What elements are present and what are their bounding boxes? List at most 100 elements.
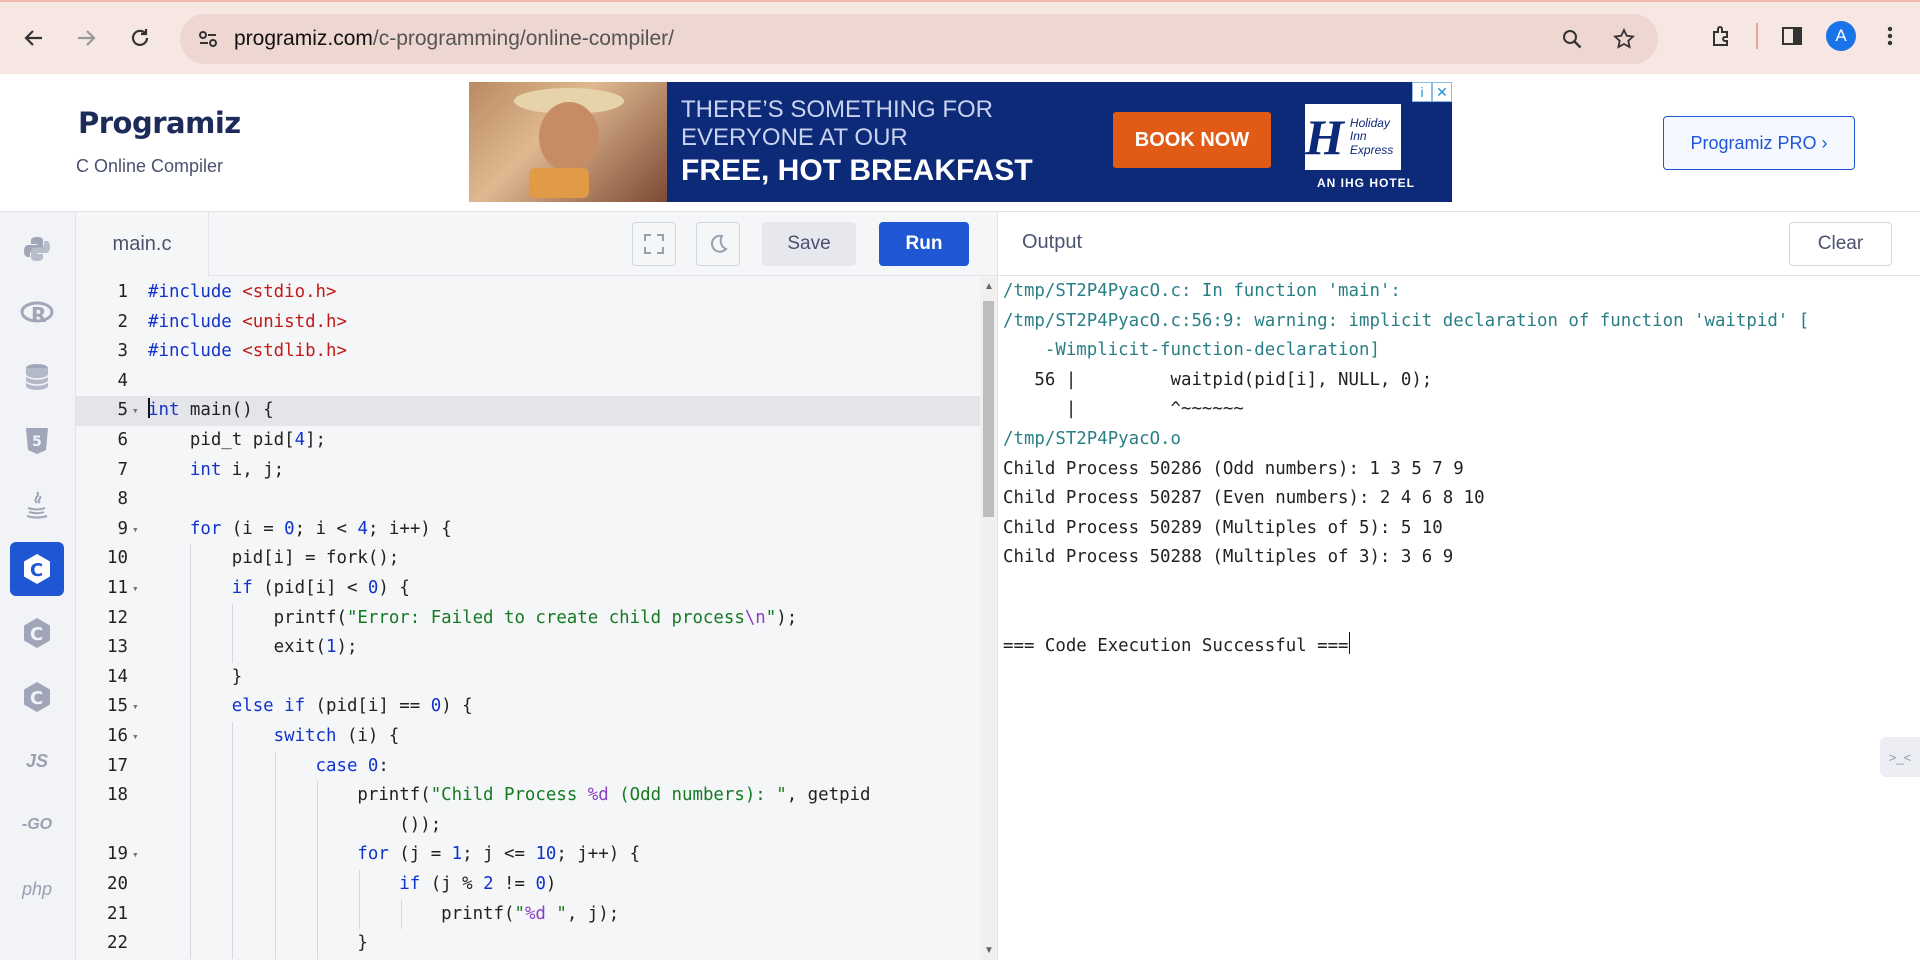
code-text: #include <unistd.h> xyxy=(148,311,347,332)
python-icon[interactable] xyxy=(10,222,64,276)
code-line[interactable]: 15 ▾ else if (pid[i] == 0) { xyxy=(76,692,980,722)
site-info-icon[interactable] xyxy=(188,19,228,59)
javascript-icon[interactable]: JS xyxy=(10,734,64,788)
clear-button[interactable]: Clear xyxy=(1789,222,1892,266)
ad-book-now-button[interactable]: BOOK NOW xyxy=(1113,112,1271,168)
forward-icon[interactable] xyxy=(64,16,108,60)
output-line: /tmp/ST2P4PyacO.c: In function 'main': xyxy=(1003,281,1401,301)
r-icon[interactable]: R xyxy=(10,286,64,340)
code-line[interactable]: 2 #include <unistd.h> xyxy=(76,308,980,338)
file-tab-main-c[interactable]: main.c xyxy=(76,212,209,276)
side-panel-icon[interactable] xyxy=(1772,16,1812,56)
scroll-up-arrow[interactable]: ▲ xyxy=(984,281,994,292)
ad-close-icon[interactable]: ✕ xyxy=(1432,82,1452,102)
line-number: 8 xyxy=(117,489,128,510)
ad-headline-2: EVERYONE AT OUR xyxy=(681,124,908,151)
output-title: Output xyxy=(1022,231,1083,253)
code-line[interactable]: ()); xyxy=(76,810,980,841)
line-number: 20 xyxy=(107,874,128,894)
code-area[interactable]: 1 #include <stdio.h> 2 #include <unistd.h> 3… xyxy=(76,277,980,960)
page-subtitle: C Online Compiler xyxy=(76,156,224,176)
go-icon[interactable]: -GO xyxy=(10,798,64,852)
fold-arrow-icon[interactable]: ▾ xyxy=(132,396,139,426)
svg-text:C: C xyxy=(30,624,43,645)
code-line[interactable]: 13 exit(1); xyxy=(76,633,980,663)
run-button[interactable]: Run xyxy=(879,222,969,266)
line-number: 5 xyxy=(117,400,128,421)
line-number: 14 xyxy=(107,666,128,687)
code-line[interactable]: 16 ▾ switch (i) { xyxy=(76,722,980,752)
code-line[interactable]: 4 xyxy=(76,367,980,397)
line-number: 21 xyxy=(107,903,128,924)
line-number: 19 xyxy=(107,844,128,865)
scrollbar-thumb[interactable] xyxy=(983,301,994,517)
cpp-icon[interactable]: C xyxy=(10,606,64,660)
fold-arrow-icon[interactable]: ▾ xyxy=(132,840,139,870)
code-line[interactable]: 5 ▾ int main() { xyxy=(76,396,980,426)
html5-icon[interactable]: 5 xyxy=(10,414,64,468)
code-line[interactable]: 22 } xyxy=(76,929,980,959)
fold-arrow-icon[interactable]: ▾ xyxy=(132,515,139,545)
code-text: exit(1); xyxy=(148,637,358,658)
reload-icon[interactable] xyxy=(118,16,162,60)
code-line[interactable]: 19 ▾ for (j = 1; j <= 10; j++) { xyxy=(76,840,980,870)
address-bar[interactable]: programiz.com/c-programming/online-compi… xyxy=(180,14,1658,64)
fold-arrow-icon[interactable]: ▾ xyxy=(132,574,139,604)
code-line[interactable]: 10 pid[i] = fork(); xyxy=(76,544,980,574)
code-line[interactable]: 21 printf("%d ", j); xyxy=(76,899,980,930)
line-number: 18 xyxy=(107,785,128,806)
svg-text:5: 5 xyxy=(32,434,42,450)
zoom-icon[interactable] xyxy=(1552,19,1592,59)
bookmark-star-icon[interactable] xyxy=(1604,19,1644,59)
code-line[interactable]: 14 } xyxy=(76,662,980,693)
code-line[interactable]: 8 xyxy=(76,485,980,515)
site-header: Programiz C Online Compiler THERE’S SOME… xyxy=(0,74,1920,212)
code-text: int i, j; xyxy=(189,459,285,480)
kebab-menu-icon[interactable] xyxy=(1870,16,1910,56)
output-console[interactable]: /tmp/ST2P4PyacO.c: In function 'main': /t… xyxy=(1003,277,1903,662)
fold-arrow-icon[interactable]: ▾ xyxy=(132,722,139,752)
ad-tagline: AN IHG HOTEL xyxy=(1317,176,1415,190)
fold-arrow-icon[interactable]: ▾ xyxy=(132,692,139,722)
extensions-icon[interactable] xyxy=(1702,16,1742,56)
code-line[interactable]: 12 printf("Error: Failed to create child… xyxy=(76,603,980,634)
save-button[interactable]: Save xyxy=(762,222,856,266)
code-text: for (j = 1; j <= 10; j++) { xyxy=(357,844,641,865)
code-line[interactable]: 9 ▾ for (i = 0; i < 4; i++) { xyxy=(76,515,980,545)
output-line: Child Process 50286 (Odd numbers): 1 3 5… xyxy=(1003,458,1464,479)
collapse-panel-icon[interactable]: >_< xyxy=(1880,737,1920,777)
code-line[interactable]: 20 if (j % 2 != 0) xyxy=(76,870,980,900)
line-number: 22 xyxy=(107,933,128,954)
line-number: 10 xyxy=(107,548,128,569)
programiz-pro-button[interactable]: Programiz PRO › xyxy=(1663,116,1855,170)
php-icon[interactable]: php xyxy=(10,862,64,916)
scroll-down-arrow[interactable]: ▼ xyxy=(984,945,994,956)
database-icon[interactable] xyxy=(10,350,64,404)
java-icon[interactable] xyxy=(10,478,64,532)
hotel-logo: H Holiday Inn Express xyxy=(1305,104,1401,170)
c-language-icon[interactable]: C xyxy=(10,542,64,596)
code-text: } xyxy=(148,933,368,954)
back-icon[interactable] xyxy=(12,16,56,60)
code-line[interactable]: 11 ▾ if (pid[i] < 0) { xyxy=(76,574,980,604)
line-number: 13 xyxy=(107,637,128,658)
csharp-icon[interactable]: C xyxy=(10,670,64,724)
line-number: 1 xyxy=(117,282,128,302)
code-line[interactable]: 1 #include <stdio.h> xyxy=(76,278,980,308)
code-line[interactable]: 17 case 0: xyxy=(76,751,980,782)
code-text: switch (i) { xyxy=(273,726,400,746)
code-line[interactable]: 7 int i, j; xyxy=(76,456,980,486)
dark-mode-icon[interactable] xyxy=(696,222,740,266)
ad-info-icon[interactable]: i xyxy=(1412,82,1432,102)
fullscreen-icon[interactable] xyxy=(632,222,676,266)
output-line: /tmp/ST2P4PyacO.o xyxy=(1003,428,1181,449)
ad-banner[interactable]: THERE’S SOMETHING FOR EVERYONE AT OUR FR… xyxy=(469,82,1452,202)
code-text: printf("Child Process %d (Odd numbers): … xyxy=(148,785,871,806)
programiz-logo[interactable]: Programiz xyxy=(78,106,241,140)
code-line[interactable]: 6 pid_t pid[4]; xyxy=(76,426,980,456)
code-line[interactable]: 3 #include <stdlib.h> xyxy=(76,337,980,367)
code-text: pid[i] = fork(); xyxy=(148,548,400,569)
profile-avatar[interactable]: A xyxy=(1826,21,1856,51)
editor-scrollbar[interactable]: ▲ ▼ xyxy=(980,277,997,960)
code-line[interactable]: 18 printf("Child Process %d (Odd numbers… xyxy=(76,781,980,811)
